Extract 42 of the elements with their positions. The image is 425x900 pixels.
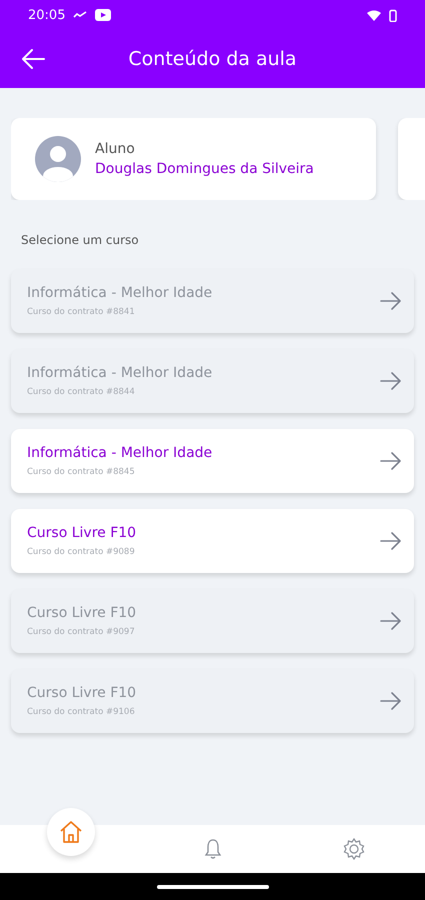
course-title: Informática - Melhor Idade [27,365,214,381]
course-item[interactable]: Informática - Melhor Idade Curso do contrato #8844 [11,349,414,413]
course-contract: Curso do contrato #9089 [27,547,136,557]
signal-icon [73,11,88,19]
video-icon [95,9,112,21]
nav-tab[interactable] [46,808,95,856]
course-item[interactable]: Informática - Melhor Idade Curso do contrato #8841 [11,269,414,333]
course-contract: Curso do contrato #9097 [27,627,136,637]
arrow-right-icon [380,692,402,710]
arrow-right-icon [380,292,402,310]
course-title: Informática - Melhor Idade [27,445,214,461]
course-contract: Curso do contrato #8845 [27,467,136,477]
course-contract: Curso do contrato #8844 [27,387,136,397]
settings-icon [343,838,366,860]
screen-title: Conteúdo da aula [128,48,297,70]
home-indicator[interactable] [156,884,268,888]
course-item[interactable]: Curso Livre F10 Curso do contrato #9097 [11,589,414,653]
student-name: Douglas Domingues da Silveira [95,161,314,177]
battery-icon [389,8,397,22]
course-contract: Curso do contrato #9106 [27,707,136,717]
arrow-right-icon [380,532,402,550]
role-label: Aluno [95,141,136,157]
course-item[interactable]: Informática - Melhor Idade Curso do contrato #8845 [11,429,414,493]
home-icon [58,819,84,845]
course-title: Curso Livre F10 [27,605,138,621]
nav-tab[interactable] [204,838,222,860]
arrow-right-icon [380,452,402,470]
wifi-icon [367,10,381,20]
course-title: Curso Livre F10 [27,685,138,701]
avatar-icon [35,136,81,182]
section-label: Selecione um curso [21,233,139,247]
course-contract: Curso do contrato #8841 [27,307,136,317]
back-button[interactable] [20,47,46,71]
arrow-right-icon [380,612,402,630]
course-title: Curso Livre F10 [27,525,138,541]
bell-icon [204,838,222,860]
course-title: Informática - Melhor Idade [27,285,214,301]
course-item[interactable]: Curso Livre F10 Curso do contrato #9089 [11,509,414,573]
arrow-right-icon [380,372,402,390]
course-item[interactable]: Curso Livre F10 Curso do contrato #9106 [11,669,414,733]
status-time: 20:05 [28,8,66,22]
nav-tab[interactable] [343,838,366,860]
